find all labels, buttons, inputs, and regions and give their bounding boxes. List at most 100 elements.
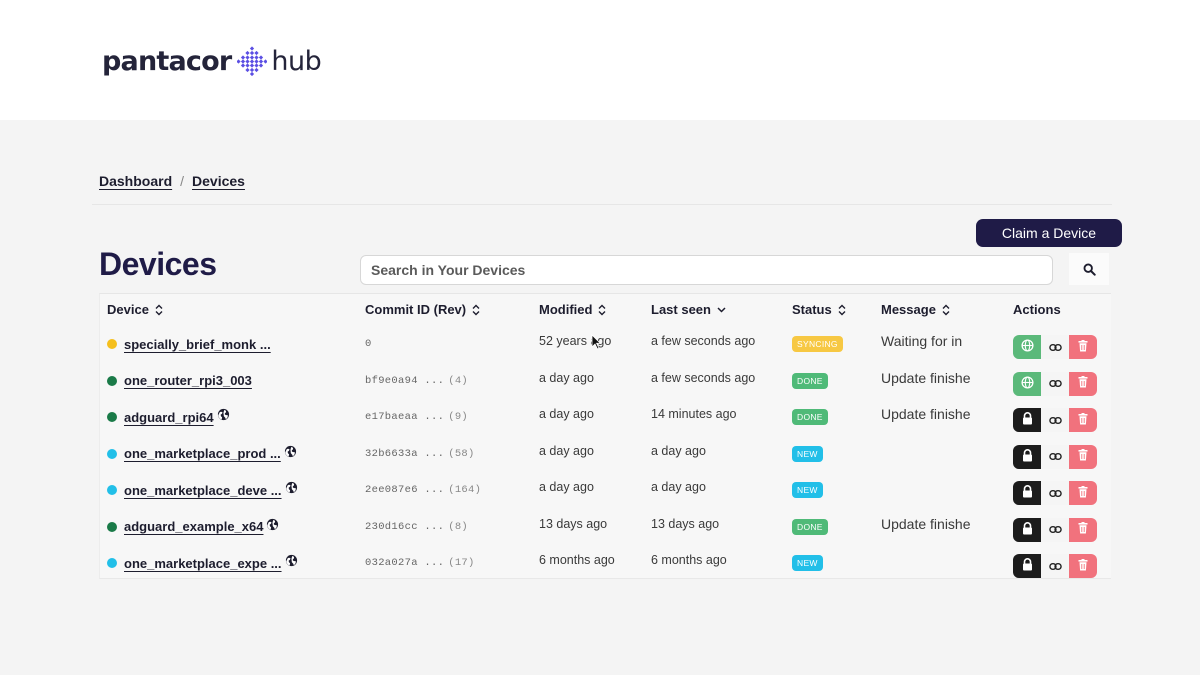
modified-cell: a day ago (539, 407, 594, 421)
make-public-button[interactable] (1013, 444, 1041, 469)
column-header-modified[interactable]: Modified (539, 302, 606, 317)
column-header-device[interactable]: Device (107, 302, 163, 317)
status-badge: DONE (792, 372, 828, 389)
table-row: one_marketplace_deve ... 2ee087e6 ... (1… (100, 472, 1111, 508)
make-public-button[interactable] (1013, 554, 1041, 578)
device-name-link[interactable]: adguard_example_x64 (124, 519, 263, 534)
commit-id: 32b6633a ... (365, 447, 445, 460)
table-row: one_marketplace_expe ... 032a027a ... (1… (100, 545, 1111, 581)
trash-icon (1078, 485, 1088, 501)
column-header-status[interactable]: Status (792, 302, 846, 317)
commit-cell: 2ee087e6 ... (164) (365, 472, 481, 508)
device-name-link[interactable]: one_marketplace_prod ... (124, 446, 281, 461)
delete-device-button[interactable] (1069, 517, 1097, 542)
search-icon (1083, 263, 1096, 276)
message-cell: Update finishe (881, 369, 971, 386)
status-cell: NEW (792, 545, 823, 581)
trash-icon (1078, 522, 1088, 537)
trash-icon (1078, 376, 1088, 391)
delete-device-button[interactable] (1069, 408, 1097, 432)
table-row: adguard_example_x64 230d16cc ... (8) 13 … (100, 509, 1111, 545)
delete-device-button[interactable] (1069, 444, 1097, 469)
device-cell: one_marketplace_expe ... (107, 545, 298, 581)
sort-icon (472, 304, 480, 315)
commit-id: 0 (365, 338, 372, 350)
breadcrumb: Dashboard / Devices (99, 173, 245, 189)
link-icon (1048, 449, 1062, 464)
column-header-commit[interactable]: Commit ID (Rev) (365, 302, 480, 317)
device-name-link[interactable]: one_router_rpi3_003 (124, 373, 252, 388)
actions-cell (1013, 548, 1097, 584)
column-header-message[interactable]: Message (881, 302, 950, 317)
copy-link-button[interactable] (1041, 444, 1069, 469)
commit-cell: 230d16cc ... (8) (365, 509, 468, 545)
delete-device-button[interactable] (1069, 371, 1097, 396)
copy-link-button[interactable] (1041, 517, 1069, 542)
make-private-button[interactable] (1013, 371, 1041, 396)
copy-link-button[interactable] (1041, 408, 1069, 432)
device-status-dot (107, 448, 117, 459)
device-status-dot (107, 558, 117, 568)
breadcrumb-devices-link[interactable]: Devices (192, 173, 245, 189)
delete-device-button[interactable] (1069, 481, 1097, 505)
table-header: Device Commit ID (Rev) Modified Last see… (100, 294, 1111, 326)
commit-id: 2ee087e6 ... (365, 484, 445, 496)
breadcrumb-dashboard-link[interactable]: Dashboard (99, 173, 172, 189)
status-badge: DONE (792, 518, 828, 535)
sort-icon (942, 304, 950, 315)
lock-icon (1022, 412, 1033, 428)
copy-link-button[interactable] (1041, 335, 1069, 359)
device-cell: adguard_rpi64 (107, 399, 230, 435)
link-icon (1048, 413, 1062, 428)
column-header-label: Last seen (651, 302, 711, 317)
commit-id: 032a027a ... (365, 557, 445, 569)
search-button[interactable] (1069, 253, 1109, 285)
table-row: adguard_rpi64 e17baeaa ... (9) a day ago… (100, 399, 1111, 435)
last-seen-cell: 14 minutes ago (651, 407, 737, 421)
actions-cell (1013, 402, 1097, 438)
actions-cell (1013, 512, 1097, 548)
sort-icon (838, 304, 846, 315)
column-header-label: Status (792, 302, 832, 317)
make-public-button[interactable] (1013, 481, 1041, 505)
claim-device-button[interactable]: Claim a Device (976, 219, 1122, 247)
device-cell: adguard_example_x64 (107, 509, 279, 545)
breadcrumb-divider (92, 204, 1112, 205)
commit-rev: (4) (448, 374, 469, 387)
device-status-dot (107, 375, 117, 386)
make-public-button[interactable] (1013, 408, 1041, 432)
delete-device-button[interactable] (1069, 335, 1097, 359)
message-cell: Update finishe (881, 406, 971, 422)
link-icon (1048, 376, 1062, 391)
copy-link-button[interactable] (1041, 554, 1069, 578)
copy-link-button[interactable] (1041, 371, 1069, 396)
sort-icon (155, 304, 163, 315)
status-cell: DONE (792, 363, 828, 399)
trash-icon (1078, 412, 1088, 428)
delete-device-button[interactable] (1069, 554, 1097, 578)
modified-cell: 6 months ago (539, 553, 615, 567)
device-name-link[interactable]: adguard_rpi64 (124, 410, 214, 425)
device-name-link[interactable]: one_marketplace_expe ... (124, 556, 282, 571)
last-seen-cell: a day ago (651, 443, 706, 458)
copy-link-button[interactable] (1041, 481, 1069, 505)
commit-cell: e17baeaa ... (9) (365, 399, 468, 435)
status-cell: SYNCING (792, 326, 843, 362)
commit-rev: (8) (448, 520, 469, 533)
pantacor-hub-logo[interactable]: pantacor hub (102, 44, 322, 78)
logo-suffix-text: hub (271, 45, 322, 77)
search-input[interactable] (360, 255, 1053, 285)
make-public-button[interactable] (1013, 517, 1041, 542)
mouse-cursor-icon (591, 334, 601, 350)
device-name-link[interactable]: specially_brief_monk ... (124, 337, 271, 352)
trash-icon (1078, 339, 1088, 355)
public-globe-icon (217, 408, 230, 426)
globe-icon (1020, 375, 1034, 392)
page-title: Devices (99, 246, 217, 282)
last-seen-cell: a day ago (651, 480, 706, 494)
make-private-button[interactable] (1013, 335, 1041, 359)
table-row: one_marketplace_prod ... 32b6633a ... (5… (100, 436, 1111, 472)
device-name-link[interactable]: one_marketplace_deve ... (124, 483, 282, 498)
trash-icon (1078, 449, 1088, 464)
column-header-last-seen[interactable]: Last seen (651, 302, 726, 317)
